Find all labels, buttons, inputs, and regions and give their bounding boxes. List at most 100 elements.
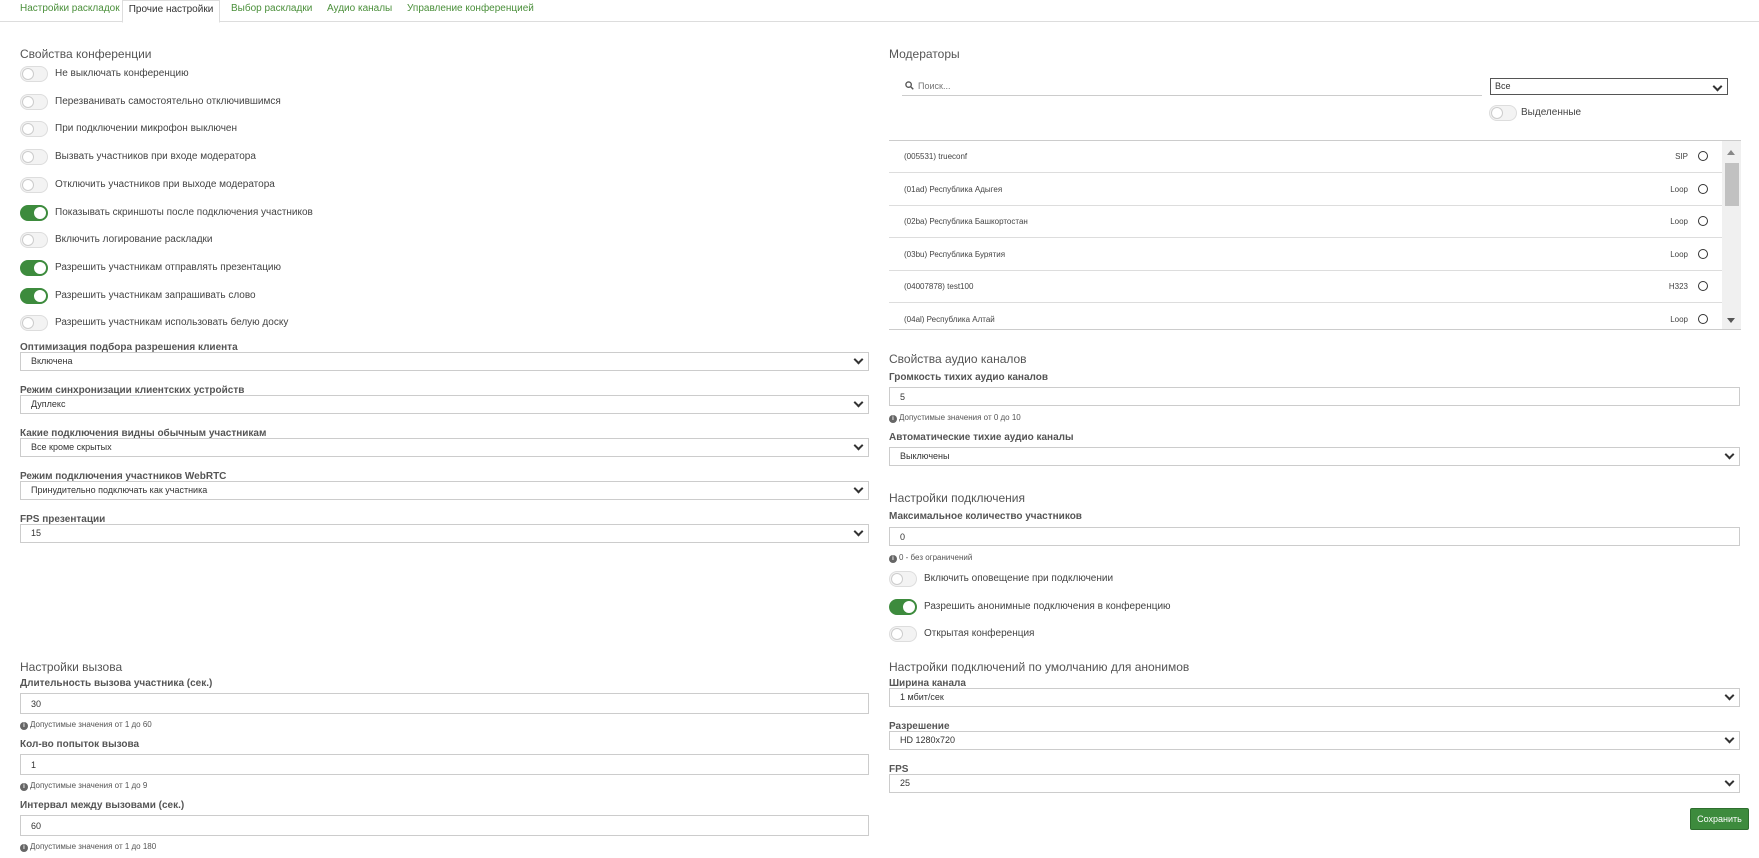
call-field-input[interactable] xyxy=(20,754,869,775)
conference-option-value: 15 xyxy=(31,528,42,538)
save-button[interactable]: Сохранить xyxy=(1690,808,1749,830)
conference-toggle-switch[interactable] xyxy=(20,204,48,221)
moderator-list-scrollbar[interactable] xyxy=(1722,141,1741,329)
tab-other-settings[interactable]: Прочие настройки xyxy=(122,0,220,23)
conference-toggle-switch[interactable] xyxy=(20,176,48,193)
conference-option-select[interactable]: Включена xyxy=(20,352,869,371)
moderators-title: Модераторы xyxy=(889,47,960,61)
anon-option-select[interactable]: HD 1280x720 xyxy=(889,731,1740,750)
max-participants-label: Максимальное количество участников xyxy=(889,511,1082,522)
info-icon: i xyxy=(889,415,897,423)
anon-settings-title: Настройки подключений по умолчанию для а… xyxy=(889,660,1190,674)
moderator-radio[interactable] xyxy=(1698,313,1708,324)
conference-toggle-switch[interactable] xyxy=(20,66,48,82)
chevron-down-icon xyxy=(853,483,864,494)
connection-settings-title: Настройки подключения xyxy=(889,491,1025,505)
moderator-radio[interactable] xyxy=(1698,216,1708,226)
connection-toggle-switch[interactable] xyxy=(889,571,917,587)
moderator-name: (02ba) Республика Башкортостан xyxy=(904,217,1028,226)
moderator-radio[interactable] xyxy=(1698,281,1708,291)
moderator-radio[interactable] xyxy=(1698,248,1708,259)
scroll-up-arrow-icon[interactable] xyxy=(1727,150,1735,155)
connection-toggle-switch[interactable] xyxy=(889,598,917,615)
toggle-knob xyxy=(34,206,46,219)
call-settings-title: Настройки вызова xyxy=(20,660,123,674)
moderator-radio[interactable] xyxy=(1698,183,1708,194)
max-participants-hint: i0 - без ограничений xyxy=(889,553,972,563)
call-field-input[interactable] xyxy=(20,815,869,836)
moderator-filter-select[interactable]: Все xyxy=(1490,78,1728,95)
moderator-row[interactable]: (03bu) Республика Бурятия Loop xyxy=(889,239,1722,271)
call-field-input[interactable] xyxy=(20,693,869,714)
scroll-down-arrow-icon[interactable] xyxy=(1727,318,1735,323)
conference-toggle-label: Перезванивать самостоятельно отключившим… xyxy=(55,95,281,107)
toggle-knob xyxy=(34,261,46,274)
anon-option-value: 1 мбит/сек xyxy=(900,692,944,702)
audio-volume-hint: i Допустимые значения от 0 до 10 xyxy=(889,413,1021,423)
moderator-name: (04007878) test100 xyxy=(904,282,974,291)
moderator-radio[interactable] xyxy=(1698,151,1708,161)
anon-option-value: 25 xyxy=(900,778,911,788)
moderator-type: Loop xyxy=(1670,314,1688,324)
conference-toggle-switch[interactable] xyxy=(20,93,48,110)
conference-toggle-switch[interactable] xyxy=(20,232,48,249)
chevron-down-icon xyxy=(1724,733,1735,744)
call-field-label: Интервал между вызовами (сек.) xyxy=(20,800,185,811)
tab-audio-channels[interactable]: Аудио каналы xyxy=(327,0,392,22)
tab-layout-choice[interactable]: Выбор раскладки xyxy=(231,0,312,22)
toggle-knob xyxy=(903,600,915,613)
tab-layout-settings[interactable]: Настройки раскладок xyxy=(20,0,120,22)
audio-auto-select[interactable]: Выключены xyxy=(889,447,1740,466)
moderator-search-input[interactable] xyxy=(918,78,1458,94)
scroll-thumb[interactable] xyxy=(1725,163,1739,206)
conference-option-select[interactable]: Дуплекс xyxy=(20,395,869,414)
anon-option-value: HD 1280x720 xyxy=(900,735,956,745)
anon-option-select[interactable]: 1 мбит/сек xyxy=(889,688,1740,707)
anon-option-select[interactable]: 25 xyxy=(889,774,1740,793)
conference-toggle-switch[interactable] xyxy=(20,287,48,304)
conference-option-value: Все кроме скрытых xyxy=(31,442,112,452)
moderator-search xyxy=(902,78,1482,96)
audio-volume-input[interactable] xyxy=(889,387,1740,406)
chevron-down-icon xyxy=(1724,690,1735,701)
call-field-hint: i Допустимые значения от 1 до 60 xyxy=(20,720,152,730)
conference-toggle-switch[interactable] xyxy=(20,149,48,166)
moderator-row[interactable]: (005531) trueconf SIP xyxy=(889,141,1722,173)
moderator-row[interactable]: (04007878) test100 H323 xyxy=(889,271,1722,303)
moderator-row[interactable]: (04al) Республика Алтай Loop xyxy=(889,304,1722,330)
conference-option-select[interactable]: Все кроме скрытых xyxy=(20,438,869,457)
connection-toggle-switch[interactable] xyxy=(889,626,917,642)
conference-toggle-label: Не выключать конференцию xyxy=(55,68,189,79)
audio-auto-label: Автоматические тихие аудио каналы xyxy=(889,432,1074,443)
tab-bar: Настройки раскладок Прочие настройки Выб… xyxy=(0,0,1759,23)
connection-toggle-label: Открытая конференция xyxy=(924,628,1035,639)
call-field-hint-text: Допустимые значения от 1 до 9 xyxy=(30,781,148,790)
moderator-row[interactable]: (02ba) Республика Башкортостан Loop xyxy=(889,206,1722,238)
audio-auto-value: Выключены xyxy=(900,451,950,461)
max-participants-input[interactable] xyxy=(889,527,1740,546)
conference-toggle-switch[interactable] xyxy=(20,121,48,138)
call-field-hint: i Допустимые значения от 1 до 9 xyxy=(20,781,147,791)
tab-conference-control[interactable]: Управление конференцией xyxy=(407,0,534,22)
moderator-name: (03bu) Республика Бурятия xyxy=(904,249,1006,259)
moderator-type: Loop xyxy=(1670,217,1688,226)
moderator-list: (005531) trueconf SIP (01ad) Республика Ад… xyxy=(889,140,1741,330)
conference-option-select[interactable]: 15 xyxy=(20,524,869,543)
conference-toggle-switch[interactable] xyxy=(20,259,48,276)
moderator-row[interactable]: (01ad) Республика Адыгея Loop xyxy=(889,174,1722,206)
call-field-hint: i Допустимые значения от 1 до 180 xyxy=(20,842,156,852)
selected-toggle[interactable] xyxy=(1489,105,1517,121)
moderator-type: SIP xyxy=(1675,152,1688,161)
info-icon: i xyxy=(20,722,28,730)
conference-properties-title: Свойства конференции xyxy=(20,47,152,61)
toggle-knob xyxy=(891,628,903,640)
conference-toggle-switch[interactable] xyxy=(20,315,48,332)
moderator-type: H323 xyxy=(1668,282,1688,291)
conference-toggle-label: Отключить участников при выходе модерато… xyxy=(55,178,275,190)
chevron-down-icon xyxy=(853,440,864,451)
toggle-knob xyxy=(22,151,34,164)
toggle-knob xyxy=(22,317,34,330)
conference-option-select[interactable]: Принудительно подключать как участника xyxy=(20,481,869,500)
conference-toggle-label: Показывать скриншоты после подключения у… xyxy=(55,206,313,218)
conference-toggle-label: Вызвать участников при входе модератора xyxy=(55,151,256,163)
